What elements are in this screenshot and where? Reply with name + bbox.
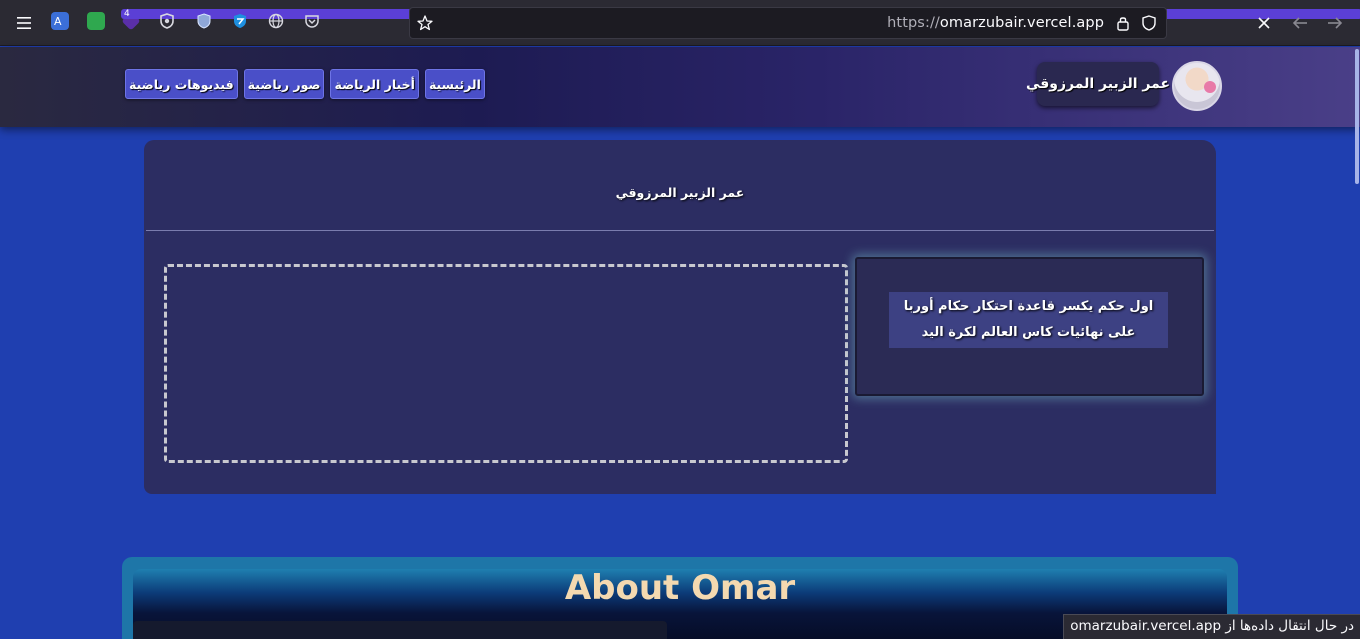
url-text: https://omarzubair.vercel.app (887, 15, 1104, 31)
globe-icon[interactable] (267, 12, 285, 30)
back-arrow-icon[interactable] (1288, 11, 1312, 35)
url-host: omarzubair.vercel.app (939, 15, 1104, 31)
brand-name[interactable]: عمر الزبير المرزوقي (1026, 62, 1170, 106)
about-content-strip (133, 621, 667, 639)
money-extension-icon[interactable] (87, 12, 105, 30)
scroll-thumb[interactable] (1355, 49, 1359, 184)
about-title: About Omar (564, 568, 796, 608)
close-icon[interactable] (1252, 11, 1276, 35)
url-protocol: https:// (887, 15, 940, 31)
nav-sports-videos[interactable]: فيديوهات رياضية (125, 69, 238, 99)
media-placeholder (164, 264, 848, 463)
news-item[interactable]: اول حكم يكسر قاعدة احتكار حكام أوربا على… (855, 257, 1204, 396)
shield-extension-icon[interactable] (158, 12, 176, 30)
news-headline[interactable]: اول حكم يكسر قاعدة احتكار حكام أوربا على… (889, 292, 1168, 348)
privacy-shield-icon[interactable] (195, 12, 213, 30)
avatar[interactable] (1172, 61, 1222, 111)
main-nav: فيديوهات رياضية صور رياضية أخبار الرياضة… (125, 69, 485, 99)
divider (146, 230, 1214, 231)
tracking-shield-icon[interactable] (1140, 14, 1158, 36)
card-title: عمر الزبير المرزوقي (615, 185, 745, 200)
address-bar[interactable]: https://omarzubair.vercel.app (409, 7, 1167, 39)
status-bar: در حال انتقال داده‌ها از omarzubair.verc… (1063, 614, 1360, 639)
content-card: عمر الزبير المرزوقي اول حكم يكسر قاعدة ا… (144, 140, 1216, 494)
nav-sports-news[interactable]: أخبار الرياضة (330, 69, 419, 99)
nav-sports-photos[interactable]: صور رياضية (243, 69, 325, 99)
lock-icon[interactable] (1116, 15, 1130, 36)
hamburger-menu-icon[interactable] (12, 11, 36, 35)
nav-home[interactable]: الرئيسية (424, 69, 485, 99)
site-header: فيديوهات رياضية صور رياضية أخبار الرياضة… (0, 47, 1360, 127)
pocket-icon[interactable] (303, 12, 321, 30)
browser-toolbar: A 4 https://omarzubair.vercel.app (0, 0, 1360, 46)
bookmark-star-icon[interactable] (416, 14, 434, 36)
page-scrollbar[interactable] (1354, 46, 1360, 639)
forward-arrow-icon[interactable] (1323, 11, 1347, 35)
translate-extension-icon[interactable]: A (51, 12, 69, 30)
vpn-extension-icon[interactable] (231, 12, 249, 30)
svg-text:A: A (54, 15, 62, 28)
